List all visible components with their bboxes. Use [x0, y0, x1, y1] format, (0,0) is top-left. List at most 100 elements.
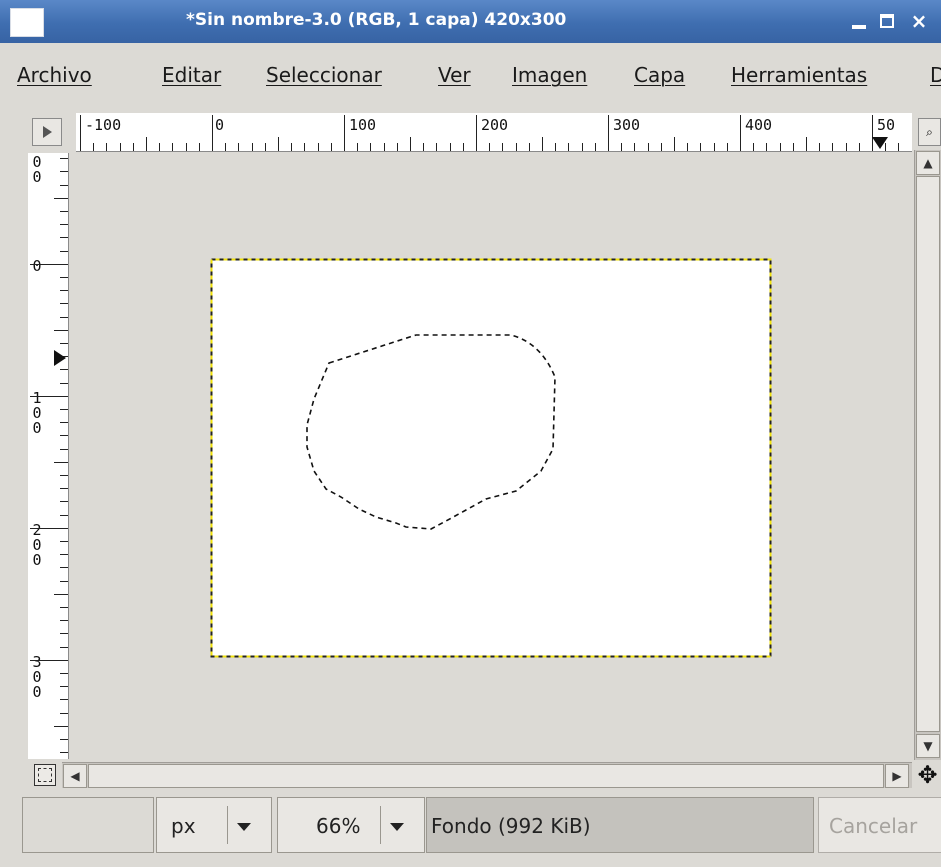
ruler-tick [54, 197, 68, 199]
ruler-tick [766, 143, 768, 151]
cancel-label: Cancelar [829, 814, 918, 838]
ruler-tick [410, 137, 411, 151]
ruler-tick [726, 143, 728, 151]
status-bar: px 66% Fondo (992 KiB) Cancelar [0, 792, 941, 867]
menu-dialogos[interactable]: D [930, 63, 941, 87]
title-bar[interactable]: *Sin nombre-3.0 (RGB, 1 capa) 420x300 × [0, 0, 941, 43]
scroll-right-button[interactable]: ▶ [885, 764, 909, 788]
minimize-button[interactable] [848, 8, 874, 34]
ruler-tick [687, 143, 689, 151]
menu-seleccionar[interactable]: Seleccionar [266, 63, 382, 87]
freeform-selection[interactable] [306, 334, 556, 530]
ruler-tick [60, 184, 68, 186]
unit-selector[interactable]: px [156, 797, 272, 853]
unit-value: px [171, 814, 196, 838]
pointer-position-marker [872, 137, 888, 149]
ruler-tick [54, 461, 68, 463]
scroll-left-button[interactable]: ◀ [63, 764, 87, 788]
ruler-tick [93, 143, 95, 151]
ruler-tick [60, 237, 68, 239]
close-button[interactable]: × [906, 8, 932, 34]
navigate-icon[interactable]: ✥ [914, 762, 941, 789]
ruler-tick [330, 143, 332, 151]
ruler-tick [60, 290, 68, 292]
ruler-tick [106, 143, 108, 151]
ruler-tick [60, 171, 68, 173]
ruler-tick [30, 527, 68, 529]
ruler-tick [819, 143, 821, 151]
ruler-tick [30, 263, 68, 265]
cancel-button[interactable]: Cancelar [818, 797, 941, 853]
ruler-tick [60, 435, 68, 437]
zoom-selector[interactable]: 66% [277, 797, 425, 853]
menu-herramientas[interactable]: Herramientas [731, 63, 867, 87]
ruler-tick [60, 158, 68, 160]
ruler-tick [806, 137, 807, 151]
ruler-tick [832, 143, 834, 151]
ruler-tick [674, 137, 675, 151]
zoom-fit-icon[interactable]: ⌕ [918, 118, 941, 146]
ruler-tick [858, 143, 860, 151]
ruler-tick [542, 137, 543, 151]
ruler-tick [634, 143, 636, 151]
ruler-tick [594, 143, 596, 151]
ruler-label: 100 [349, 116, 377, 134]
ruler-tick [30, 395, 68, 397]
ruler-tick [60, 475, 68, 476]
ruler-tick [60, 343, 68, 344]
chevron-down-icon [390, 823, 404, 831]
ruler-tick [423, 143, 425, 151]
menu-archivo[interactable]: Archivo [17, 63, 92, 87]
vertical-scroll-thumb[interactable] [916, 176, 940, 732]
ruler-tick [647, 143, 649, 151]
pointer-position-marker [54, 350, 66, 366]
window-icon[interactable] [10, 8, 44, 37]
ruler-tick [119, 143, 121, 151]
menu-capa[interactable]: Capa [634, 63, 685, 87]
ruler-tick [60, 686, 68, 688]
ruler-tick [54, 725, 68, 727]
quick-mask-toggle[interactable] [34, 764, 56, 786]
ruler-label: 300 [613, 116, 641, 134]
ruler-label: 3 0 0 [32, 653, 42, 701]
ruler-label: 0 0 [32, 153, 42, 186]
maximize-button[interactable] [876, 8, 902, 34]
ruler-tick [159, 143, 161, 151]
layer-boundary-yellow [210, 258, 772, 658]
vertical-scrollbar[interactable]: ▲ ▼ [914, 150, 941, 760]
vertical-ruler[interactable]: 0 0 0 1 0 0 2 0 0 3 0 0 [28, 153, 69, 759]
window-title: *Sin nombre-3.0 (RGB, 1 capa) 420x300 [186, 10, 567, 30]
ruler-tick [555, 143, 557, 151]
ruler-tick [198, 143, 200, 151]
horizontal-scroll-thumb[interactable] [88, 764, 884, 788]
canvas-drawing [210, 258, 772, 658]
image-canvas[interactable] [210, 258, 772, 658]
ruler-tick [60, 316, 68, 318]
ruler-tick [60, 250, 68, 252]
horizontal-scrollbar[interactable]: ◀ ▶ [62, 762, 912, 788]
ruler-tick [172, 143, 174, 151]
ruler-tick [740, 115, 741, 151]
ruler-label: 400 [745, 116, 773, 134]
ruler-tick [60, 382, 68, 384]
ruler-tick [713, 143, 715, 151]
ruler-tick [528, 143, 530, 151]
ruler-tick [489, 143, 491, 151]
ruler-tick [60, 580, 68, 582]
quick-menu-button[interactable] [32, 118, 62, 146]
menu-imagen[interactable]: Imagen [512, 63, 587, 87]
ruler-tick [60, 541, 68, 542]
scroll-up-button[interactable]: ▲ [916, 151, 940, 175]
menu-ver[interactable]: Ver [438, 63, 471, 87]
horizontal-ruler[interactable]: -100 0 100 200 300 400 50 [76, 113, 912, 152]
canvas-area[interactable] [70, 153, 912, 757]
ruler-tick [60, 554, 68, 556]
menu-editar[interactable]: Editar [162, 63, 221, 87]
ruler-label: 2 0 0 [32, 521, 42, 569]
pointer-coordinates [22, 797, 154, 853]
ruler-tick [476, 115, 477, 151]
ruler-tick [60, 409, 68, 410]
ruler-tick [60, 422, 68, 424]
status-message: Fondo (992 KiB) [426, 797, 814, 853]
scroll-down-button[interactable]: ▼ [916, 734, 940, 758]
